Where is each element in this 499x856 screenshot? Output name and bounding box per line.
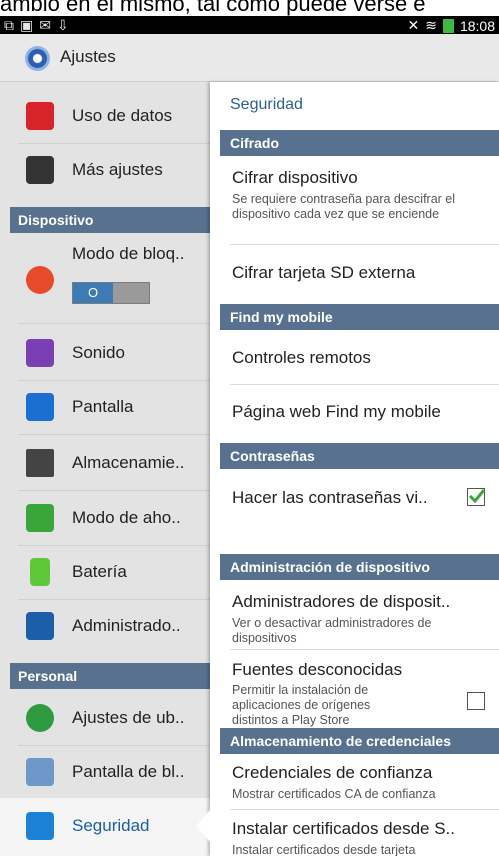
status-time: 18:08 <box>459 17 495 34</box>
sidebar-item-label: Modo de bloq.. <box>72 244 185 263</box>
sidebar-item-label: Uso de datos <box>72 106 173 125</box>
image-icon: ▣ <box>20 17 34 33</box>
sidebar-item-label: Batería <box>72 562 127 581</box>
security-detail-pane: Seguridad Cifrado Cifrar dispositivo Se … <box>210 82 499 856</box>
item-cifrar-dispositivo[interactable]: Cifrar dispositivo Se requiere contraseñ… <box>220 157 499 245</box>
notification-icon: ⧉ <box>4 17 14 33</box>
sidebar-item-label: Seguridad <box>72 816 150 835</box>
lock-screen-icon <box>26 758 54 786</box>
item-hacer-contrasenas-visibles[interactable]: Hacer las contraseñas vi.. <box>220 469 499 527</box>
item-fuentes-desconocidas[interactable]: Fuentes desconocidas Permitir la instala… <box>220 650 499 735</box>
item-title: Credenciales de confianza <box>232 763 433 782</box>
item-title: Controles remotos <box>232 348 371 367</box>
selection-pointer <box>196 810 210 842</box>
section-header-almacenamiento-credenciales: Almacenamiento de credenciales <box>220 728 499 754</box>
sidebar-item-label: Almacenamie.. <box>72 453 185 472</box>
sidebar-item-seguridad[interactable]: Seguridad <box>0 798 210 856</box>
item-controles-remotos[interactable]: Controles remotos <box>220 330 499 385</box>
status-bar: ⧉ ▣ ✉ ⇩ ✕ ≋ 18:08 <box>0 16 499 34</box>
sidebar-item-label: Administrado.. <box>72 616 181 635</box>
app-title: Ajustes <box>60 47 116 66</box>
blocking-mode-icon <box>26 266 54 294</box>
section-header-cifrado: Cifrado <box>220 130 499 156</box>
section-header-contrasenas: Contraseñas <box>220 443 499 469</box>
sidebar-item-label: Más ajustes <box>72 160 163 179</box>
battery-icon <box>30 558 50 586</box>
item-instalar-certificados[interactable]: Instalar certificados desde S.. Instalar… <box>220 810 499 856</box>
sidebar-item-bateria[interactable]: Batería <box>0 544 210 600</box>
item-credenciales-de-confianza[interactable]: Credenciales de confianza Mostrar certif… <box>220 754 499 810</box>
download-icon: ⇩ <box>56 17 69 33</box>
section-header-find-my-mobile: Find my mobile <box>220 304 499 330</box>
item-subtitle: Permitir la instalación de aplicaciones … <box>232 683 371 727</box>
item-subtitle: Se requiere contraseña para descifrar el… <box>232 192 456 221</box>
mail-icon: ✉ <box>39 17 51 33</box>
section-header-dispositivo: Dispositivo <box>10 207 210 233</box>
action-bar: Ajustes <box>0 34 499 82</box>
page-title: Seguridad <box>230 96 303 113</box>
sidebar-item-label: Pantalla <box>72 397 134 416</box>
caption-text-strip: ambio en el mismo, tal como puede verse … <box>0 0 499 16</box>
app-manager-icon <box>26 612 54 640</box>
power-saving-icon <box>26 504 54 532</box>
storage-icon <box>26 449 54 477</box>
item-title: Fuentes desconocidas <box>232 660 403 679</box>
sidebar-item-pantalla-de-bloqueo[interactable]: Pantalla de bl.. <box>0 744 210 800</box>
mute-icon: ✕ <box>407 17 420 33</box>
blocking-mode-toggle[interactable]: O <box>72 282 150 304</box>
sidebar-item-label: Pantalla de bl.. <box>72 762 185 781</box>
sidebar-item-sonido[interactable]: Sonido <box>0 325 210 381</box>
sidebar-item-label: Modo de aho.. <box>72 508 181 527</box>
sidebar-item-uso-de-datos[interactable]: Uso de datos <box>0 88 210 144</box>
show-passwords-checkbox[interactable] <box>467 488 486 506</box>
section-header-administracion: Administración de dispositivo <box>220 554 499 580</box>
item-title: Página web Find my mobile <box>232 402 441 421</box>
item-subtitle: Instalar certificados desde tarjeta <box>232 843 416 856</box>
toggle-knob: O <box>73 283 113 303</box>
sidebar-item-pantalla[interactable]: Pantalla <box>0 379 210 435</box>
check-icon <box>468 489 486 504</box>
item-administradores-de-dispositivo[interactable]: Administradores de disposit.. Ver o desa… <box>220 580 499 650</box>
battery-icon <box>442 18 454 33</box>
item-subtitle: Mostrar certificados CA de confianza <box>232 787 436 801</box>
location-icon <box>26 704 54 732</box>
item-subtitle: Ver o desactivar administradores de disp… <box>232 616 432 645</box>
item-title: Cifrar tarjeta SD externa <box>232 263 416 282</box>
caption-text: ambio en el mismo, tal como puede verse … <box>0 0 426 16</box>
lock-icon <box>26 812 54 840</box>
item-cifrar-tarjeta-sd[interactable]: Cifrar tarjeta SD externa <box>220 245 499 298</box>
settings-gear-icon[interactable] <box>25 46 50 71</box>
sidebar-item-administrador[interactable]: Administrado.. <box>0 598 210 654</box>
item-pagina-web-find-my-mobile[interactable]: Página web Find my mobile <box>220 385 499 436</box>
sidebar-item-mas-ajustes[interactable]: Más ajustes <box>0 142 210 198</box>
divider <box>18 323 210 324</box>
sidebar-item-modo-de-bloqueo[interactable]: Modo de bloq.. O <box>0 234 210 324</box>
sidebar-item-almacenamiento[interactable]: Almacenamie.. <box>0 435 210 491</box>
wifi-icon: ≋ <box>425 17 437 33</box>
more-settings-icon <box>26 156 54 184</box>
sound-icon <box>26 339 54 367</box>
item-title: Administradores de disposit.. <box>232 592 451 611</box>
sidebar-item-label: Ajustes de ub.. <box>72 708 185 727</box>
display-icon <box>26 393 54 421</box>
item-title: Instalar certificados desde S.. <box>232 819 456 838</box>
settings-categories-pane: Uso de datos Más ajustes Dispositivo Mod… <box>0 82 210 856</box>
unknown-sources-checkbox[interactable] <box>467 692 485 710</box>
data-usage-icon <box>26 102 54 130</box>
item-title: Hacer las contraseñas vi.. <box>232 488 428 507</box>
sidebar-item-label: Sonido <box>72 343 125 362</box>
item-title: Cifrar dispositivo <box>232 168 358 187</box>
section-header-personal: Personal <box>10 663 210 689</box>
sidebar-item-ajustes-de-ubicacion[interactable]: Ajustes de ub.. <box>0 690 210 746</box>
sidebar-item-modo-de-ahorro[interactable]: Modo de aho.. <box>0 490 210 546</box>
